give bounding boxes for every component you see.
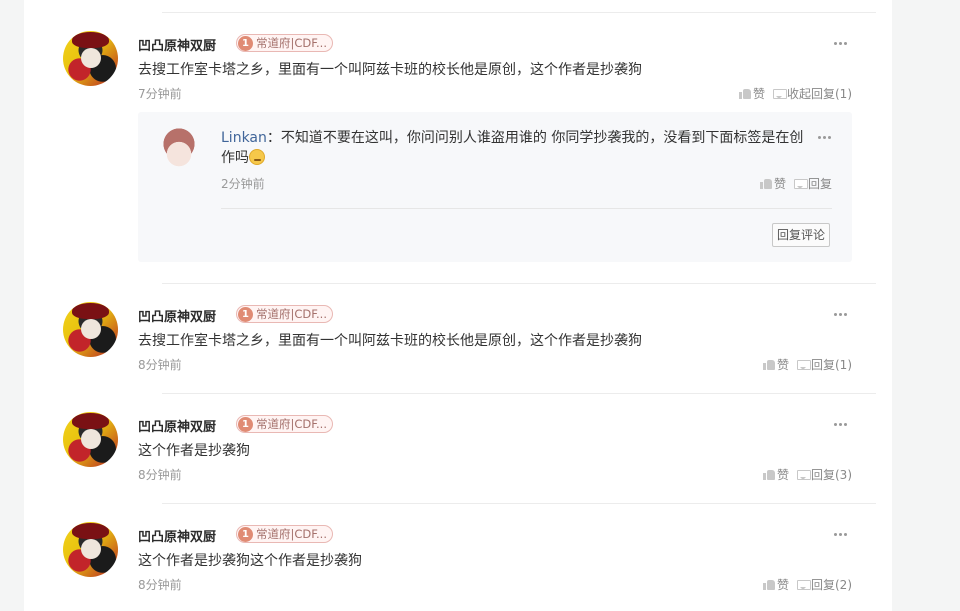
reply-actions: 赞 回复 bbox=[759, 175, 832, 192]
fan-badge[interactable]: 1 常道府|CDF... bbox=[236, 525, 333, 543]
comment-time: 8分钟前 bbox=[138, 578, 182, 592]
comment-actions: 赞 回复(2) bbox=[762, 576, 852, 593]
avatar[interactable] bbox=[63, 31, 118, 86]
avatar[interactable] bbox=[63, 302, 118, 357]
like-button[interactable]: 赞 bbox=[762, 576, 789, 593]
comment-time: 8分钟前 bbox=[138, 468, 182, 482]
badge-level: 1 bbox=[238, 306, 253, 322]
comment-username[interactable]: 凹凸原神双厨 bbox=[138, 526, 216, 545]
reply-reply-button[interactable]: 回复 bbox=[793, 175, 832, 192]
more-options-icon[interactable] bbox=[832, 417, 848, 431]
fan-badge[interactable]: 1 常道府|CDF... bbox=[236, 415, 333, 433]
reply-time: 2分钟前 bbox=[221, 177, 265, 191]
comment-actions: 赞 回复(1) bbox=[762, 356, 852, 373]
comment-username[interactable]: 凹凸原神双厨 bbox=[138, 35, 216, 54]
reply-divider bbox=[221, 208, 832, 209]
badge-level: 1 bbox=[238, 35, 253, 51]
reply-icon bbox=[797, 469, 811, 480]
badge-text: 常道府|CDF... bbox=[256, 36, 327, 50]
reply-box: Linkan：不知道不要在这叫，你问问别人谁盗用谁的 你同学抄袭我的，没看到下面… bbox=[138, 112, 852, 262]
like-button[interactable]: 赞 bbox=[762, 466, 789, 483]
thumbs-up-icon bbox=[762, 469, 775, 480]
reply-icon bbox=[773, 88, 787, 99]
fan-badge[interactable]: 1 常道府|CDF... bbox=[236, 34, 333, 52]
reply-more-options-icon[interactable] bbox=[816, 130, 832, 144]
comment-username[interactable]: 凹凸原神双厨 bbox=[138, 416, 216, 435]
reply-button[interactable]: 回复(2) bbox=[797, 576, 852, 593]
badge-text: 常道府|CDF... bbox=[256, 307, 327, 321]
badge-level: 1 bbox=[238, 416, 253, 432]
reply-label: 回复(2) bbox=[811, 578, 852, 592]
comment-username[interactable]: 凹凸原神双厨 bbox=[138, 306, 216, 325]
badge-level: 1 bbox=[238, 526, 253, 542]
reply-button[interactable]: 回复(1) bbox=[797, 356, 852, 373]
reply-button[interactable]: 回复(3) bbox=[797, 466, 852, 483]
like-label: 赞 bbox=[752, 87, 765, 101]
badge-text: 常道府|CDF... bbox=[256, 527, 327, 541]
comment-text: 这个作者是抄袭狗 bbox=[138, 443, 250, 459]
comment-time: 7分钟前 bbox=[138, 87, 182, 101]
like-label: 赞 bbox=[776, 468, 789, 482]
avatar[interactable] bbox=[63, 522, 118, 577]
like-button[interactable]: 赞 bbox=[738, 85, 765, 102]
reply-reply-label: 回复 bbox=[807, 177, 832, 191]
reply-avatar[interactable] bbox=[158, 128, 200, 170]
reply-username[interactable]: Linkan bbox=[221, 130, 267, 146]
comment-actions: 赞 回复(3) bbox=[762, 466, 852, 483]
thumbs-up-icon bbox=[762, 359, 775, 370]
reply-label: 回复(1) bbox=[811, 358, 852, 372]
more-options-icon[interactable] bbox=[832, 36, 848, 50]
divider bbox=[162, 393, 876, 394]
more-options-icon[interactable] bbox=[832, 527, 848, 541]
divider bbox=[162, 503, 876, 504]
reply-icon bbox=[797, 579, 811, 590]
thumbs-up-icon bbox=[762, 579, 775, 590]
reply-label: 收起回复(1) bbox=[787, 87, 852, 101]
reply-like-label: 赞 bbox=[773, 177, 786, 191]
reply-like-button[interactable]: 赞 bbox=[759, 175, 786, 192]
thumbs-up-icon bbox=[738, 88, 751, 99]
comment-panel: 凹凸原神双厨 1 常道府|CDF... 去搜工作室卡塔之乡，里面有一个叫阿兹卡班… bbox=[24, 0, 892, 611]
avatar[interactable] bbox=[63, 412, 118, 467]
fan-badge[interactable]: 1 常道府|CDF... bbox=[236, 305, 333, 323]
reply-text: ：不知道不要在这叫，你问问别人谁盗用谁的 你同学抄袭我的，没看到下面标签是在创作… bbox=[221, 130, 804, 166]
reply-icon bbox=[793, 178, 808, 189]
reply-content: Linkan：不知道不要在这叫，你问问别人谁盗用谁的 你同学抄袭我的，没看到下面… bbox=[221, 128, 805, 168]
divider bbox=[162, 283, 876, 284]
comment-time: 8分钟前 bbox=[138, 358, 182, 372]
like-label: 赞 bbox=[776, 358, 789, 372]
like-label: 赞 bbox=[776, 578, 789, 592]
like-button[interactable]: 赞 bbox=[762, 356, 789, 373]
comment-actions: 赞 收起回复(1) bbox=[738, 85, 852, 102]
comment-text: 去搜工作室卡塔之乡，里面有一个叫阿兹卡班的校长他是原创，这个作者是抄袭狗 bbox=[138, 333, 642, 349]
comment-text: 这个作者是抄袭狗这个作者是抄袭狗 bbox=[138, 553, 362, 569]
collapse-replies-button[interactable]: 收起回复(1) bbox=[773, 85, 852, 102]
badge-text: 常道府|CDF... bbox=[256, 417, 327, 431]
divider bbox=[162, 12, 876, 13]
more-options-icon[interactable] bbox=[832, 307, 848, 321]
reply-comment-button[interactable]: 回复评论 bbox=[772, 223, 831, 247]
comment-text: 去搜工作室卡塔之乡，里面有一个叫阿兹卡班的校长他是原创，这个作者是抄袭狗 bbox=[138, 62, 642, 78]
sweat-emoji-icon bbox=[249, 149, 265, 165]
reply-label: 回复(3) bbox=[811, 468, 852, 482]
reply-icon bbox=[797, 359, 811, 370]
thumbs-up-icon bbox=[759, 178, 772, 189]
